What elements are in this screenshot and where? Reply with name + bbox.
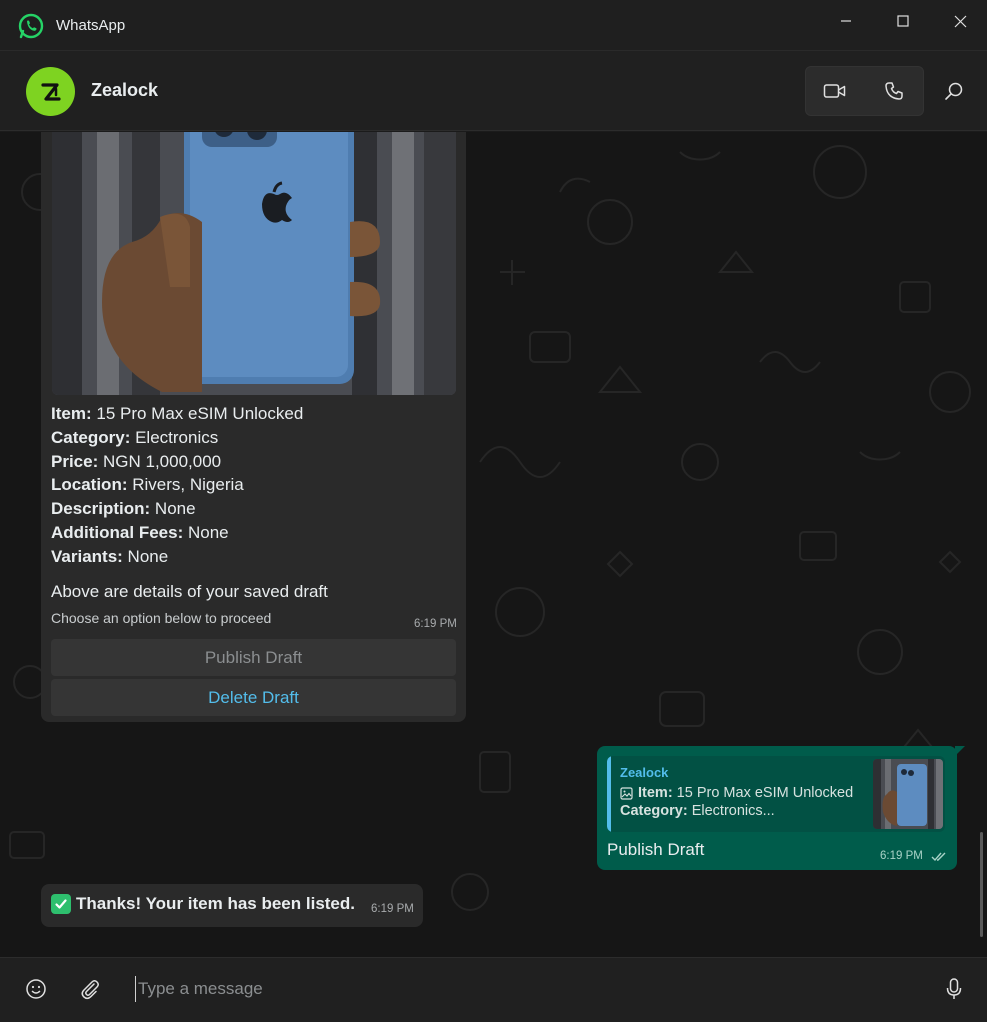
message-time: 6:19 PM <box>414 618 457 630</box>
quote-item-line: Item: 15 Pro Max eSIM Unlocked <box>620 785 853 801</box>
title-bar: WhatsApp <box>0 0 987 51</box>
publish-draft-button[interactable]: Publish Draft <box>51 639 456 676</box>
quote-sender-name: Zealock <box>620 765 669 780</box>
maximize-button[interactable] <box>885 8 921 34</box>
chat-header: Zealock <box>0 51 987 131</box>
contact-name[interactable]: Zealock <box>91 80 158 101</box>
search-icon <box>945 82 963 100</box>
image-icon <box>620 786 633 800</box>
product-draft-message: Item: 15 Pro Max eSIM Unlocked Category:… <box>41 132 466 722</box>
delete-draft-button[interactable]: Delete Draft <box>51 679 456 716</box>
detail-row-description: Description: None <box>51 499 196 519</box>
voice-call-button[interactable] <box>865 67 924 115</box>
draft-details: Item: 15 Pro Max eSIM Unlocked Category:… <box>51 402 451 569</box>
app-title: WhatsApp <box>56 17 126 34</box>
zealock-logo-icon <box>40 82 61 101</box>
quote-thumbnail <box>873 759 943 829</box>
message-input[interactable] <box>135 976 915 1002</box>
draft-note: Above are details of your saved draft <box>51 582 328 601</box>
avatar[interactable] <box>26 67 75 116</box>
phone-icon <box>885 82 903 100</box>
minimize-button[interactable] <box>828 8 864 34</box>
detail-row-item: Item: 15 Pro Max eSIM Unlocked <box>51 404 304 423</box>
confirmation-message: Thanks! Your item has been listed. 6:19 … <box>41 884 423 927</box>
search-button[interactable] <box>938 75 970 107</box>
detail-row-additional-fees: Additional Fees: None <box>51 522 229 542</box>
maximize-icon <box>897 15 909 27</box>
check-mark-icon <box>51 894 71 914</box>
quote-category-line: Category: Electronics... <box>620 803 775 819</box>
detail-row-variants: Variants: None <box>51 546 169 566</box>
attach-button[interactable] <box>76 975 104 1003</box>
product-photo[interactable] <box>52 132 456 395</box>
quote-accent-bar <box>607 756 611 832</box>
chat-scrollbar[interactable] <box>980 832 983 937</box>
quoted-message[interactable]: Zealock Item: 15 Pro Max eSIM Unlocked C… <box>607 756 945 832</box>
outgoing-message-text: Publish Draft <box>607 840 705 859</box>
outgoing-reply-message: Zealock Item: 15 Pro Max eSIM Unlocked C… <box>597 746 965 870</box>
minimize-icon <box>841 20 851 22</box>
voice-message-button[interactable] <box>940 975 968 1003</box>
paperclip-icon <box>81 980 99 1000</box>
video-call-button[interactable] <box>806 67 865 115</box>
draft-subnote: Choose an option below to proceed <box>51 610 272 626</box>
detail-row-category: Category: Electronics <box>51 427 219 447</box>
whatsapp-logo-icon <box>18 13 44 39</box>
message-composer <box>0 957 987 1022</box>
confirmation-text: Thanks! Your item has been listed. <box>76 894 355 913</box>
chat-area[interactable]: Item: 15 Pro Max eSIM Unlocked Category:… <box>0 132 987 957</box>
microphone-icon <box>946 978 962 999</box>
outgoing-message-time: 6:19 PM <box>880 850 923 862</box>
emoji-icon <box>26 979 46 999</box>
close-icon <box>954 15 966 27</box>
detail-row-price: Price: NGN 1,000,000 <box>51 451 222 471</box>
video-camera-icon <box>824 84 846 98</box>
emoji-button[interactable] <box>22 975 50 1003</box>
close-window-button[interactable] <box>942 8 978 34</box>
detail-row-location: Location: Rivers, Nigeria <box>51 475 244 495</box>
confirmation-time: 6:19 PM <box>371 903 414 915</box>
call-button-group <box>805 66 924 116</box>
double-check-icon <box>931 852 946 862</box>
